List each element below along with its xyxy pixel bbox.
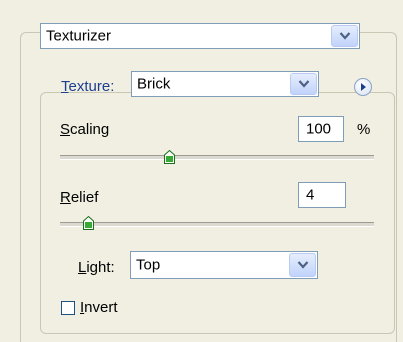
invert-checkbox[interactable]	[61, 301, 75, 315]
texture-menu-button[interactable]	[354, 78, 372, 96]
play-arrow-icon	[361, 83, 366, 91]
relief-label: Relief	[60, 189, 99, 206]
scaling-unit: %	[357, 121, 371, 138]
chevron-down-icon	[297, 261, 308, 269]
relief-value: 4	[306, 186, 315, 204]
scaling-slider-track[interactable]	[60, 155, 374, 160]
texture-dropdown-value: Brick	[137, 75, 171, 93]
light-dropdown-value: Top	[136, 256, 161, 274]
filter-dropdown-value: Texturizer	[46, 27, 112, 45]
chevron-down-icon	[339, 32, 350, 40]
scaling-value: 100	[306, 120, 332, 138]
texture-dropdown-button[interactable]	[290, 73, 317, 95]
relief-slider-thumb[interactable]	[82, 216, 94, 230]
chevron-down-icon	[298, 80, 309, 88]
relief-slider-track[interactable]	[60, 222, 374, 227]
light-label: Light:	[78, 259, 115, 276]
light-dropdown[interactable]: Top	[130, 251, 318, 279]
relief-input[interactable]: 4	[298, 182, 346, 208]
invert-label[interactable]: Invert	[80, 299, 118, 316]
light-dropdown-button[interactable]	[289, 253, 316, 277]
scaling-input[interactable]: 100	[298, 116, 344, 142]
scaling-label: Scaling	[60, 121, 110, 138]
texture-label: Texture:	[61, 78, 115, 95]
texture-dropdown[interactable]: Brick	[131, 71, 319, 97]
scaling-slider-thumb[interactable]	[164, 150, 176, 164]
filter-dropdown-button[interactable]	[331, 25, 358, 47]
filter-dropdown[interactable]: Texturizer	[40, 23, 360, 49]
